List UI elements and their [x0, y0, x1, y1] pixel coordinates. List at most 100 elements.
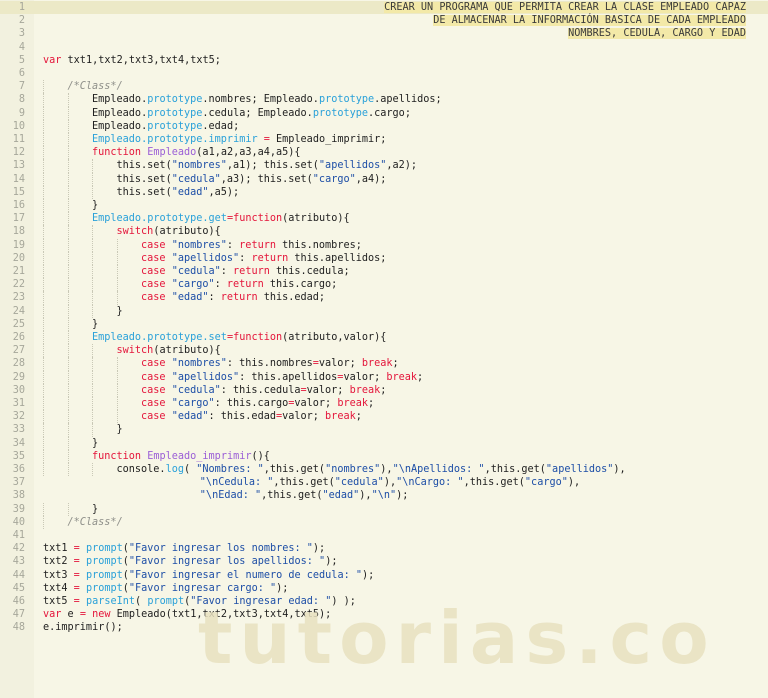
- indent-guide: [67, 172, 69, 186]
- code-token: NOMBRES, CEDULA, CARGO Y EDAD: [568, 28, 746, 40]
- code-line[interactable]: 48 e.imprimir();: [0, 621, 768, 634]
- line-number: 41: [12, 530, 25, 541]
- code-token: valor;: [306, 384, 350, 396]
- code-token: "apellidos": [545, 464, 614, 475]
- line-number: 11: [12, 134, 25, 145]
- code-text: case "apellidos": return this.apellidos;: [141, 252, 386, 265]
- code-line[interactable]: 24}: [0, 304, 768, 318]
- code-line[interactable]: 30 case "cedula": this.cedula=valor; brea…: [0, 383, 768, 397]
- indent-guide: [67, 449, 69, 463]
- code-line[interactable]: 26 Empleado.prototype.set=function(atribu…: [0, 331, 768, 345]
- line-number: 6: [18, 68, 25, 79]
- code-token: prototype: [147, 120, 203, 132]
- code-text: DE ALMACENAR LA INFORMACIÓN BASICA DE CA…: [433, 14, 746, 27]
- code-text: case "cedula": return this.cedula;: [141, 265, 350, 278]
- code-line[interactable]: 36 console.log( "Nombres: ",this.get("nom…: [0, 463, 768, 477]
- code-line[interactable]: 9 Empleado.prototype.cedula; Empleado.pro…: [0, 106, 768, 120]
- indent-guide: [92, 463, 93, 477]
- code-token: this.nombres;: [275, 239, 362, 251]
- code-line[interactable]: 23 case "edad": return this.edad;: [0, 291, 768, 305]
- indent-guide: [67, 93, 69, 107]
- code-line[interactable]: 44 txt3 = prompt("Favor ingresar el numer…: [0, 569, 768, 582]
- code-line[interactable]: 42 txt1 = prompt("Favor ingresar los nomb…: [0, 542, 768, 555]
- code-line[interactable]: 20 case "apellidos": return this.apellido…: [0, 251, 768, 265]
- line-number: 46: [12, 596, 25, 607]
- code-token: "cargo": [524, 477, 568, 489]
- code-line[interactable]: 28 case "nombres": this.nombres=valor; br…: [0, 357, 768, 371]
- code-editor[interactable]: 1 CREAR UN PROGRAMA QUE PERMITA CREAR LA …: [0, 0, 768, 698]
- code-token: txt4: [43, 582, 74, 594]
- code-line[interactable]: 11 Empleado.prototype.imprimir = Empleado…: [0, 133, 768, 147]
- code-text: Empleado.prototype.set=function(atributo…: [92, 331, 386, 344]
- code-line[interactable]: 29 case "apellidos": this.apellidos=valor…: [0, 370, 768, 384]
- code-token: switch: [116, 226, 154, 238]
- line-number: 17: [12, 213, 25, 225]
- indent-guide: [43, 383, 44, 397]
- line-number: 23: [12, 292, 25, 304]
- code-token: prompt: [85, 582, 123, 594]
- code-token: function: [92, 147, 142, 159]
- code-line[interactable]: 21 case "cedula": return this.cedula;: [0, 265, 768, 279]
- code-line[interactable]: 6: [0, 67, 768, 80]
- code-token: :: [239, 252, 252, 264]
- code-line[interactable]: 43 txt2 = prompt("Favor ingresar los apel…: [0, 555, 768, 568]
- indent-guide: [67, 106, 69, 120]
- code-line[interactable]: 16}: [0, 199, 768, 213]
- code-text: }: [92, 437, 98, 450]
- code-line[interactable]: 7 /*Class*/: [0, 80, 768, 94]
- code-line[interactable]: 46 txt5 = parseInt( prompt("Favor ingresa…: [0, 595, 768, 608]
- code-token: ,this.get(: [261, 490, 323, 502]
- indent-guide: [43, 146, 44, 160]
- code-token: new: [92, 609, 111, 621]
- code-line[interactable]: 27 switch(atributo){: [0, 344, 768, 358]
- code-line[interactable]: 37 "\nCedula: ",this.get("cedula"),"\nCar…: [0, 476, 768, 489]
- line-number: 31: [12, 398, 25, 409]
- code-text: }: [117, 305, 123, 318]
- code-line[interactable]: 32 case "edad": this.edad=valor; break;: [0, 410, 768, 424]
- code-line[interactable]: 35 function Empleado_imprimir(){: [0, 449, 768, 463]
- indent-guide: [43, 410, 44, 424]
- code-line[interactable]: 4: [0, 41, 768, 54]
- code-line[interactable]: 34}: [0, 436, 768, 450]
- code-token: this.set(: [116, 160, 172, 172]
- code-line[interactable]: 17 Empleado.prototype.get=function(atribu…: [0, 212, 768, 226]
- code-line[interactable]: 45 txt4 = prompt("Favor ingresar cargo: "…: [0, 582, 768, 595]
- indent-guide: [116, 383, 118, 397]
- code-text: }: [92, 199, 98, 212]
- code-line[interactable]: 8 Empleado.prototype.nombres; Empleado.pr…: [0, 93, 768, 107]
- code-line[interactable]: 13 this.set("nombres",a1); this.set("apel…: [0, 159, 768, 173]
- code-line[interactable]: 10 Empleado.prototype.edad;: [0, 119, 768, 133]
- code-line[interactable]: 22 case "cargo": return this.cargo;: [0, 278, 768, 292]
- code-line[interactable]: 12 function Empleado(a1,a2,a3,a4,a5){: [0, 146, 768, 160]
- code-token: "apellidos": [171, 371, 240, 383]
- code-line[interactable]: 14 this.set("cedula",a3); this.set("cargo…: [0, 172, 768, 186]
- code-token: );: [325, 556, 338, 568]
- code-token: txt5: [43, 596, 74, 607]
- code-line[interactable]: 41: [0, 529, 768, 542]
- code-line[interactable]: 1 CREAR UN PROGRAMA QUE PERMITA CREAR LA …: [0, 1, 768, 15]
- indent-guide: [92, 397, 93, 411]
- code-line[interactable]: 15 this.set("edad",a5);: [0, 185, 768, 199]
- code-token: "\nCedula: ": [199, 477, 274, 489]
- code-line[interactable]: 5 var txt1,txt2,txt3,txt4,txt5;: [0, 54, 768, 67]
- indent-guide: [67, 370, 69, 384]
- code-token: console.: [116, 464, 166, 475]
- code-line[interactable]: 40 /*Class*/: [0, 515, 768, 529]
- code-line[interactable]: 18 switch(atributo){: [0, 225, 768, 239]
- code-token: (: [183, 464, 197, 475]
- code-line[interactable]: 38 "\nEdad: ",this.get("edad"),"\n");: [0, 489, 768, 502]
- code-token: "\nEdad: ": [199, 490, 262, 502]
- line-number: 3: [18, 28, 25, 40]
- code-line[interactable]: 2 DE ALMACENAR LA INFORMACIÓN BASICA DE C…: [0, 14, 768, 27]
- code-line[interactable]: 3 NOMBRES, CEDULA, CARGO Y EDAD: [0, 27, 768, 40]
- code-line[interactable]: 39}: [0, 502, 768, 516]
- code-token: this.cargo;: [263, 279, 338, 291]
- code-line[interactable]: 25}: [0, 317, 768, 331]
- code-token: txt3: [43, 569, 74, 581]
- code-line[interactable]: 47 var e = new Empleado(txt1,txt2,txt3,tx…: [0, 608, 768, 621]
- code-line[interactable]: 31 case "cargo": this.cargo=valor; break;: [0, 397, 768, 411]
- code-line[interactable]: 19 case "nombres": return this.nombres;: [0, 238, 768, 252]
- indent-guide: [43, 397, 44, 411]
- code-token: valor;: [294, 398, 338, 409]
- code-line[interactable]: 33}: [0, 423, 768, 437]
